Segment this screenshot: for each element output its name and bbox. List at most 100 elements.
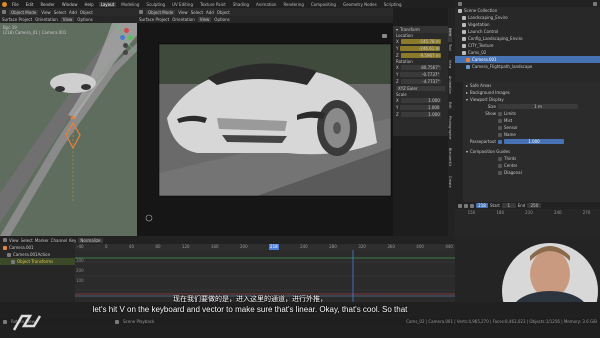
size-field[interactable]: 1 m bbox=[498, 104, 578, 109]
show-name-row[interactable]: Name bbox=[463, 131, 600, 138]
checkbox-thirds[interactable] bbox=[498, 156, 502, 161]
passepartout-field[interactable]: 1.000 bbox=[504, 139, 564, 144]
outliner-item[interactable]: Landscaping_Enviro bbox=[455, 14, 600, 21]
blender-logo-icon[interactable] bbox=[2, 1, 7, 7]
filter-icon[interactable] bbox=[593, 1, 597, 6]
checkbox-name[interactable] bbox=[498, 132, 502, 137]
comp-center-row[interactable]: Center bbox=[463, 162, 600, 169]
graph-menu-channel[interactable]: Channel bbox=[51, 238, 67, 243]
left-3d-viewport[interactable]: Object Mode View Select Add Object Surfa… bbox=[0, 8, 137, 236]
graph-menu-marker[interactable]: Marker bbox=[35, 238, 49, 243]
checkbox-center[interactable] bbox=[498, 163, 502, 168]
left-mode-dropdown[interactable]: Object Mode bbox=[9, 9, 39, 15]
workspace-tab-sculpting[interactable]: Sculpting bbox=[144, 2, 167, 7]
current-frame-field[interactable]: 218 bbox=[476, 203, 488, 208]
center-menu-view[interactable]: View bbox=[178, 10, 188, 15]
location-y-row[interactable]: Y -246.61 m bbox=[393, 45, 448, 52]
outliner-item[interactable]: Cams_02 bbox=[455, 49, 600, 56]
center-options-button[interactable]: Options bbox=[214, 17, 229, 22]
channel-camera[interactable]: Camera.001 bbox=[0, 244, 75, 251]
left-orientation-dropdown[interactable]: View bbox=[60, 17, 75, 22]
workspace-tab-uv-editing[interactable]: UV Editing bbox=[170, 2, 195, 7]
left-menu-select[interactable]: Select bbox=[54, 10, 66, 15]
center-menu-object[interactable]: Object bbox=[217, 10, 230, 15]
location-y-field[interactable]: -246.61 m bbox=[400, 46, 441, 51]
scale-z-row[interactable]: Z 1.000 bbox=[393, 111, 448, 118]
collapse-arrow-icon[interactable]: ▾ bbox=[396, 27, 398, 32]
menu-file[interactable]: File bbox=[10, 2, 21, 7]
rotation-z-row[interactable]: Z -4.7737° bbox=[393, 78, 448, 85]
menu-render[interactable]: Render bbox=[38, 2, 56, 7]
show-mist-row[interactable]: Mist bbox=[463, 117, 600, 124]
left-menu-object[interactable]: Object bbox=[80, 10, 93, 15]
show-limits-row[interactable]: Show Limits bbox=[463, 110, 600, 117]
background-images-section[interactable]: ▸ Background Images bbox=[463, 89, 600, 96]
sidebar-tab-photographer[interactable]: Photographer bbox=[448, 116, 452, 146]
sidebar-tab-animation[interactable]: Animation bbox=[448, 76, 452, 100]
rotation-x-field[interactable]: 80.7567° bbox=[400, 65, 441, 70]
scale-y-row[interactable]: Y 1.000 bbox=[393, 104, 448, 111]
location-z-row[interactable]: Z -9.5967 m bbox=[393, 52, 448, 59]
rotation-y-row[interactable]: Y -0.7737° bbox=[393, 71, 448, 78]
timeline-right-ruler[interactable]: 150 180 210 240 270 bbox=[455, 209, 600, 216]
sidebar-tab-create[interactable]: Create bbox=[448, 176, 452, 192]
rotation-mode-dropdown[interactable]: XYZ Euler bbox=[396, 86, 445, 91]
editor-type-icon[interactable] bbox=[2, 10, 6, 14]
checkbox-diagonal[interactable] bbox=[498, 170, 502, 175]
workspace-tab-texture-paint[interactable]: Texture Paint bbox=[198, 2, 228, 7]
scale-z-field[interactable]: 1.000 bbox=[400, 112, 441, 117]
left-menu-add[interactable]: Add bbox=[69, 10, 77, 15]
center-3d-viewport[interactable]: Object Mode View Select Add Object Surfa… bbox=[137, 8, 393, 236]
outliner-item[interactable]: CITY_Texture bbox=[455, 42, 600, 49]
checkbox-passepartout[interactable] bbox=[498, 139, 502, 144]
channel-action[interactable]: Camera.001Action bbox=[0, 251, 75, 258]
rotation-x-row[interactable]: X 80.7567° bbox=[393, 64, 448, 71]
left-options-button[interactable]: Options bbox=[77, 17, 92, 22]
safe-areas-section[interactable]: ▸ Safe Areas bbox=[463, 82, 600, 89]
menu-window[interactable]: Window bbox=[60, 2, 80, 7]
location-x-field[interactable]: -145.78 m bbox=[400, 39, 441, 44]
center-editor-type-icon[interactable] bbox=[139, 10, 143, 14]
center-mode-dropdown[interactable]: Object Mode bbox=[146, 9, 176, 15]
outliner-item[interactable]: Vegetation bbox=[455, 21, 600, 28]
center-snap-dropdown[interactable]: Surface Project bbox=[139, 17, 169, 22]
camera-icon[interactable] bbox=[382, 34, 387, 38]
workspace-tab-shading[interactable]: Shading bbox=[231, 2, 251, 7]
center-menu-add[interactable]: Add bbox=[206, 10, 214, 15]
checkbox-limits[interactable] bbox=[498, 111, 502, 116]
show-sensor-row[interactable]: Sensor bbox=[463, 124, 600, 131]
start-field[interactable]: 1 bbox=[501, 203, 516, 208]
composition-guides-section[interactable]: ▾ Composition Guides bbox=[463, 148, 600, 155]
passepartout-row[interactable]: Passepartout 1.000 bbox=[463, 138, 600, 145]
workspace-tab-modeling[interactable]: Modeling bbox=[119, 2, 141, 7]
outliner-item[interactable]: Scene Collection bbox=[455, 7, 600, 14]
pan-icon[interactable] bbox=[123, 50, 128, 55]
jump-start-icon[interactable] bbox=[458, 203, 462, 208]
graph-editor-type-icon[interactable] bbox=[3, 238, 7, 242]
checkbox-sensor[interactable] bbox=[498, 125, 502, 130]
channel-object-transforms[interactable]: Object Transforms bbox=[0, 258, 75, 265]
transform-header[interactable]: ▾ Transform bbox=[393, 26, 448, 33]
location-x-row[interactable]: X -145.78 m bbox=[393, 38, 448, 45]
axis-y-icon[interactable] bbox=[128, 35, 133, 40]
rotation-z-field[interactable]: -4.7737° bbox=[400, 79, 441, 84]
menu-help[interactable]: Help bbox=[82, 2, 95, 7]
end-field[interactable]: 250 bbox=[527, 203, 542, 208]
checkbox-mist[interactable] bbox=[498, 118, 502, 123]
axis-x-icon[interactable] bbox=[124, 28, 129, 33]
sidebar-tab-tool[interactable]: Tool bbox=[448, 44, 452, 58]
left-snap-dropdown[interactable]: Surface Project bbox=[2, 17, 32, 22]
graph-editor[interactable]: View Select Marker Channel Key Normalize… bbox=[0, 236, 455, 302]
viewport-display-section[interactable]: ▾ Viewport Display bbox=[463, 96, 600, 103]
outliner-item[interactable]: Launch Control bbox=[455, 28, 600, 35]
workspace-tab-animation[interactable]: Animation bbox=[254, 2, 278, 7]
axis-z-icon[interactable] bbox=[120, 35, 125, 40]
play-icon[interactable] bbox=[464, 203, 468, 208]
center-menu-select[interactable]: Select bbox=[191, 10, 203, 15]
comp-thirds-row[interactable]: Thirds bbox=[463, 155, 600, 162]
workspace-tab-layout[interactable]: Layout bbox=[98, 1, 117, 7]
menu-edit[interactable]: Edit bbox=[24, 2, 36, 7]
graph-menu-view[interactable]: View bbox=[9, 238, 19, 243]
workspace-tab-compositing[interactable]: Compositing bbox=[309, 2, 338, 7]
jump-end-icon[interactable] bbox=[470, 203, 474, 208]
